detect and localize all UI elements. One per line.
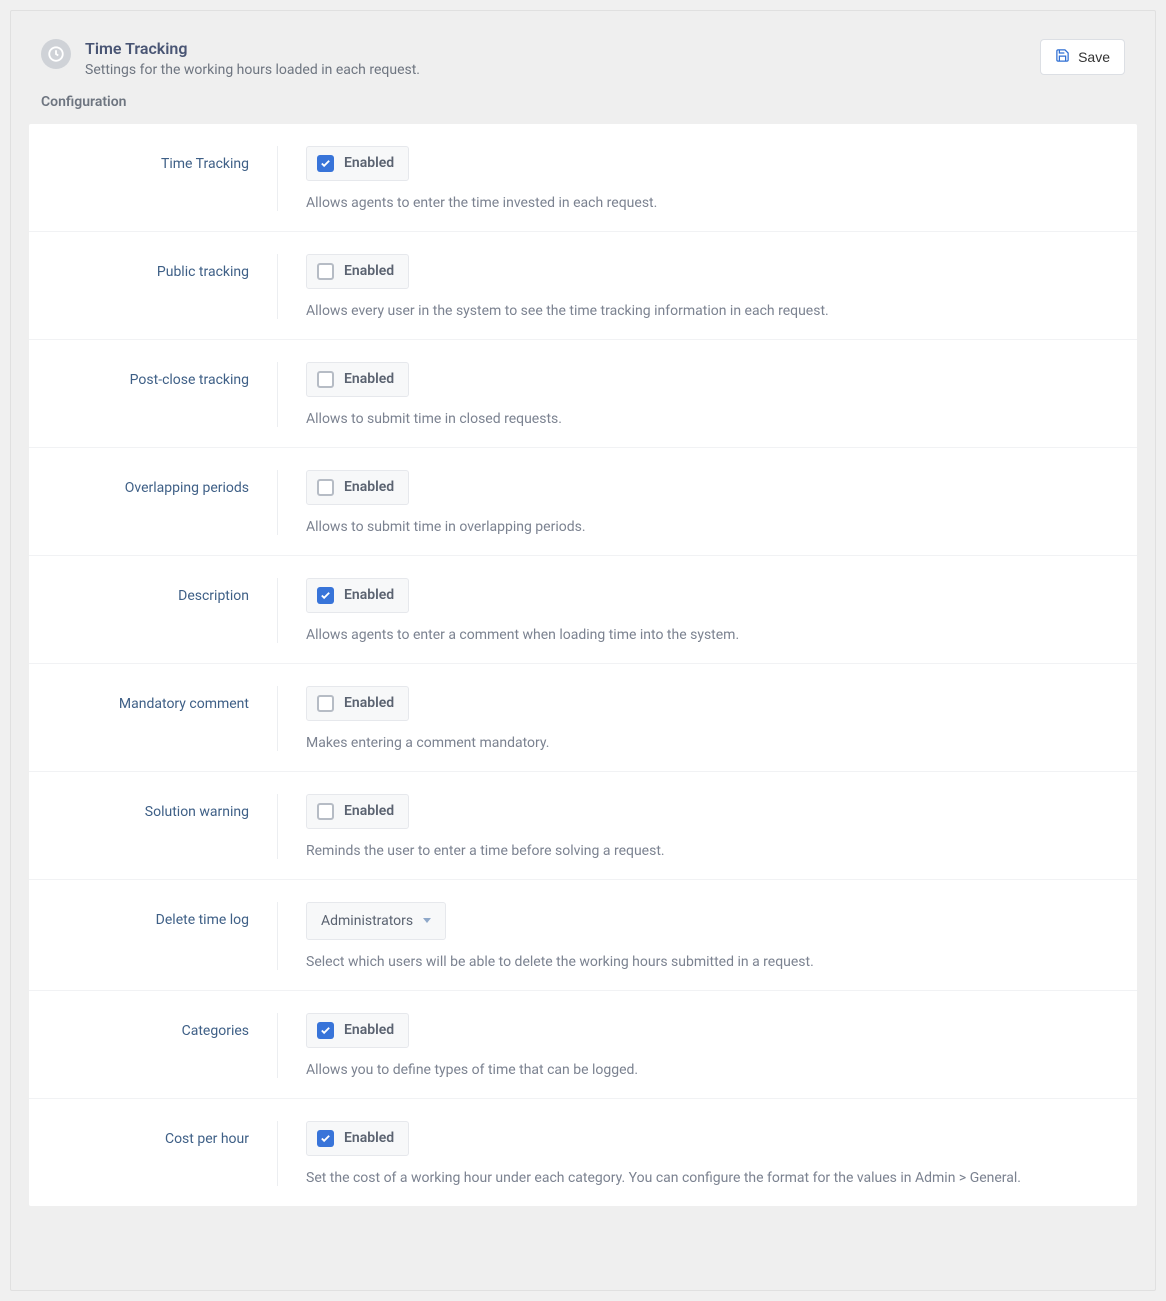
row-overlapping-periods: Overlapping periods Enabled Allows to su… <box>29 448 1137 556</box>
delete-time-log-select[interactable]: Administrators <box>306 902 446 940</box>
save-button[interactable]: Save <box>1040 39 1125 75</box>
public-tracking-toggle[interactable]: Enabled <box>306 254 409 289</box>
row-content: Enabled Set the cost of a working hour u… <box>277 1121 1137 1186</box>
helper-text: Select which users will be able to delet… <box>306 954 1137 970</box>
row-delete-time-log: Delete time log Administrators Select wh… <box>29 880 1137 991</box>
helper-text: Allows to submit time in overlapping per… <box>306 519 1137 535</box>
settings-page: Time Tracking Settings for the working h… <box>10 10 1156 1291</box>
helper-text: Reminds the user to enter a time before … <box>306 843 1137 859</box>
toggle-label: Enabled <box>344 1022 394 1038</box>
helper-text: Set the cost of a working hour under eac… <box>306 1170 1137 1186</box>
row-label: Description <box>29 578 277 643</box>
page-subtitle: Settings for the working hours loaded in… <box>85 62 1040 78</box>
row-label: Cost per hour <box>29 1121 277 1186</box>
row-content: Enabled Allows every user in the system … <box>277 254 1137 319</box>
checkbox-checked-icon <box>317 155 334 172</box>
checkbox-checked-icon <box>317 1130 334 1147</box>
helper-text: Allows to submit time in closed requests… <box>306 411 1137 427</box>
toggle-label: Enabled <box>344 371 394 387</box>
toggle-label: Enabled <box>344 263 394 279</box>
config-panel: Time Tracking Enabled Allows agents to e… <box>29 124 1137 1206</box>
checkbox-checked-icon <box>317 587 334 604</box>
row-content: Enabled Allows agents to enter the time … <box>277 146 1137 211</box>
checkbox-unchecked-icon <box>317 479 334 496</box>
helper-text: Allows every user in the system to see t… <box>306 303 1137 319</box>
time-tracking-toggle[interactable]: Enabled <box>306 146 409 181</box>
page-title: Time Tracking <box>85 39 1040 60</box>
header-text: Time Tracking Settings for the working h… <box>85 39 1040 78</box>
mandatory-comment-toggle[interactable]: Enabled <box>306 686 409 721</box>
checkbox-unchecked-icon <box>317 695 334 712</box>
row-label: Delete time log <box>29 902 277 970</box>
row-content: Enabled Makes entering a comment mandato… <box>277 686 1137 751</box>
toggle-label: Enabled <box>344 155 394 171</box>
helper-text: Allows you to define types of time that … <box>306 1062 1137 1078</box>
description-toggle[interactable]: Enabled <box>306 578 409 613</box>
clock-icon <box>41 39 71 69</box>
row-label: Overlapping periods <box>29 470 277 535</box>
categories-toggle[interactable]: Enabled <box>306 1013 409 1048</box>
page-header: Time Tracking Settings for the working h… <box>11 11 1155 88</box>
row-post-close-tracking: Post-close tracking Enabled Allows to su… <box>29 340 1137 448</box>
row-description: Description Enabled Allows agents to ent… <box>29 556 1137 664</box>
post-close-tracking-toggle[interactable]: Enabled <box>306 362 409 397</box>
row-content: Enabled Allows to submit time in overlap… <box>277 470 1137 535</box>
row-mandatory-comment: Mandatory comment Enabled Makes entering… <box>29 664 1137 772</box>
save-icon <box>1055 48 1070 66</box>
row-content: Enabled Reminds the user to enter a time… <box>277 794 1137 859</box>
checkbox-unchecked-icon <box>317 803 334 820</box>
row-categories: Categories Enabled Allows you to define … <box>29 991 1137 1099</box>
checkbox-unchecked-icon <box>317 371 334 388</box>
row-label: Post-close tracking <box>29 362 277 427</box>
checkbox-unchecked-icon <box>317 263 334 280</box>
row-time-tracking: Time Tracking Enabled Allows agents to e… <box>29 124 1137 232</box>
row-content: Enabled Allows you to define types of ti… <box>277 1013 1137 1078</box>
row-content: Enabled Allows to submit time in closed … <box>277 362 1137 427</box>
cost-per-hour-toggle[interactable]: Enabled <box>306 1121 409 1156</box>
row-content: Enabled Allows agents to enter a comment… <box>277 578 1137 643</box>
helper-text: Allows agents to enter a comment when lo… <box>306 627 1137 643</box>
toggle-label: Enabled <box>344 1130 394 1146</box>
save-button-label: Save <box>1078 49 1110 65</box>
toggle-label: Enabled <box>344 695 394 711</box>
helper-text: Allows agents to enter the time invested… <box>306 195 1137 211</box>
row-label: Solution warning <box>29 794 277 859</box>
row-label: Time Tracking <box>29 146 277 211</box>
checkbox-checked-icon <box>317 1022 334 1039</box>
overlapping-periods-toggle[interactable]: Enabled <box>306 470 409 505</box>
select-value: Administrators <box>321 913 413 929</box>
row-label: Mandatory comment <box>29 686 277 751</box>
solution-warning-toggle[interactable]: Enabled <box>306 794 409 829</box>
row-cost-per-hour: Cost per hour Enabled Set the cost of a … <box>29 1099 1137 1206</box>
row-solution-warning: Solution warning Enabled Reminds the use… <box>29 772 1137 880</box>
toggle-label: Enabled <box>344 587 394 603</box>
helper-text: Makes entering a comment mandatory. <box>306 735 1137 751</box>
toggle-label: Enabled <box>344 479 394 495</box>
section-label: Configuration <box>11 88 1155 124</box>
row-content: Administrators Select which users will b… <box>277 902 1137 970</box>
row-label: Categories <box>29 1013 277 1078</box>
toggle-label: Enabled <box>344 803 394 819</box>
row-public-tracking: Public tracking Enabled Allows every use… <box>29 232 1137 340</box>
caret-down-icon <box>423 918 431 923</box>
row-label: Public tracking <box>29 254 277 319</box>
